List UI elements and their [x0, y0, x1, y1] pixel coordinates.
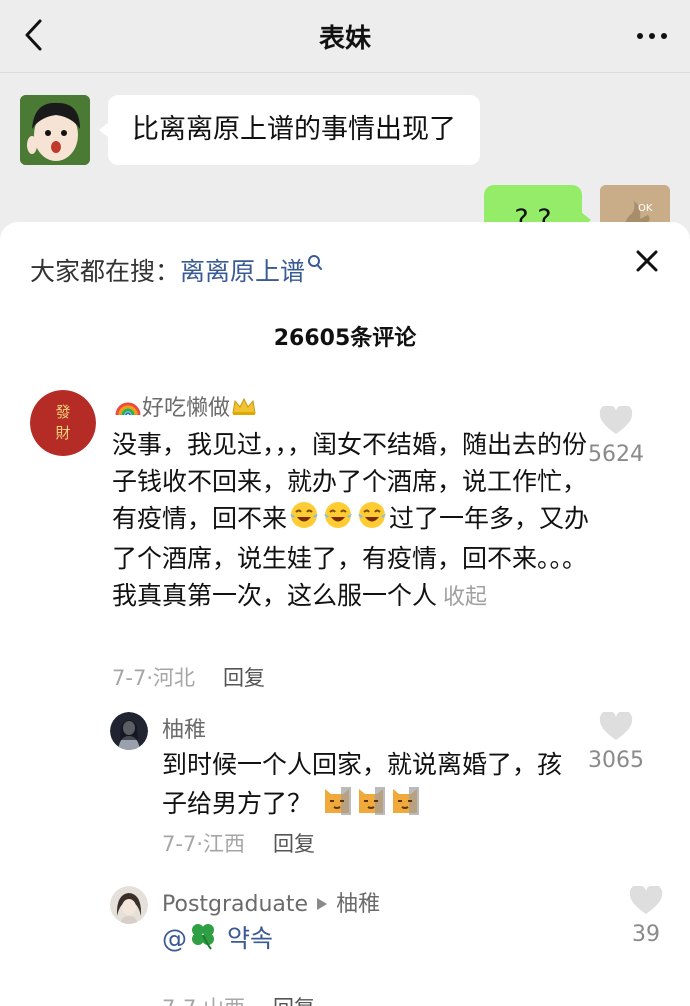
heart-icon: [599, 710, 633, 740]
clover-icon: [187, 920, 219, 960]
crying-laughing-emoji: [321, 500, 355, 540]
comment-date: 7-7: [162, 996, 196, 1006]
comment-meta: 7-7·河北 回复: [112, 666, 265, 690]
cat-emoji: [388, 783, 422, 827]
commenter-name[interactable]: 柚稚: [162, 712, 206, 744]
like-button[interactable]: 5624: [584, 404, 648, 467]
friend-message-bubble[interactable]: 比离离原上谱的事情出现了: [99, 95, 480, 165]
like-count: 39: [632, 922, 660, 947]
close-icon[interactable]: [632, 246, 662, 276]
commenter-name[interactable]: 好吃懒做: [114, 390, 258, 423]
cat-emoji: [354, 783, 388, 827]
reply-button[interactable]: 回复: [273, 832, 315, 856]
like-button[interactable]: 39: [614, 884, 678, 947]
comment-text[interactable]: 没事，我见过，，，闺女不结婚，随出去的份子钱收不回来，就办了个酒席，说工作忙，有…: [112, 426, 592, 616]
crying-laughing-emoji: [287, 500, 321, 540]
mention-prefix: @: [162, 924, 187, 953]
comment-location: 河北: [153, 666, 195, 690]
play-arrow-icon: [315, 893, 329, 918]
commenter-avatar[interactable]: 發財 發 財: [30, 390, 96, 456]
heart-icon: [599, 404, 633, 434]
commenter-name: Postgraduate 柚稚: [162, 886, 380, 918]
hot-search-link[interactable]: 离离原上谱: [180, 257, 305, 286]
collapse-link[interactable]: 收起: [443, 585, 487, 610]
more-dots-icon[interactable]: [634, 18, 670, 54]
hot-search-row: 大家都在搜：离离原上谱: [30, 252, 323, 288]
like-count: 5624: [588, 442, 644, 467]
rainbow-icon: [114, 395, 142, 423]
crown-icon: [230, 395, 258, 423]
comment-sheet: 大家都在搜：离离原上谱 26605条评论 發財 發 財 好吃懒做 没事，我见过，…: [0, 222, 690, 1006]
like-button[interactable]: 3065: [584, 710, 648, 773]
hot-search-prefix: 大家都在搜：: [30, 257, 181, 286]
chat-header: 表妹: [0, 0, 690, 72]
comment-meta: 7-7·山西回复: [162, 992, 315, 1006]
commenter-avatar[interactable]: [110, 712, 148, 750]
my-avatar-label: OK: [638, 203, 653, 214]
crying-laughing-emoji: [355, 500, 389, 540]
comment-count: 26605条评论: [273, 326, 417, 351]
reply-button[interactable]: 回复: [273, 996, 315, 1006]
comment-item: 發財 發 財 好吃懒做 没事，我见过，，，闺女不结婚，随出去的份子钱收不回来，就…: [30, 390, 680, 690]
mention-name: 약속: [226, 924, 273, 953]
cat-emoji: [320, 783, 354, 827]
svg-text:發: 發: [55, 403, 70, 421]
chat-area: 比离离原上谱的事情出现了 ? ? OK: [0, 72, 690, 255]
reply-item: 柚稚 到时候一个人回家，就说离婚了，孩子给男方了？ 7-7·江西 回复 3065: [110, 710, 680, 862]
search-icon[interactable]: [307, 252, 323, 281]
comment-text[interactable]: 到时候一个人回家，就说离婚了，孩子给男方了？: [162, 746, 562, 827]
svg-text:財: 財: [55, 424, 70, 442]
commenter-name-text: 好吃懒做: [142, 396, 231, 421]
comment-date: 7-7: [162, 832, 197, 856]
comment-location: 山西: [203, 996, 245, 1006]
friend-avatar[interactable]: [20, 95, 90, 165]
commenter-name-text[interactable]: Postgraduate: [162, 892, 308, 917]
comment-date: 7-7: [112, 666, 147, 690]
heart-icon: [629, 884, 663, 914]
comment-text[interactable]: @ 약속: [162, 920, 562, 960]
reply-to-name[interactable]: 柚稚: [336, 892, 380, 917]
comment-location: 江西: [203, 832, 245, 856]
commenter-avatar[interactable]: [110, 886, 148, 924]
chat-title: 表妹: [318, 24, 371, 54]
comment-meta: 7-7·江西 回复: [162, 832, 315, 856]
reply-button[interactable]: 回复: [223, 666, 265, 690]
like-count: 3065: [588, 748, 644, 773]
reply-item: Postgraduate 柚稚 @ 약속 7-7·山西回复 39: [110, 884, 680, 1006]
